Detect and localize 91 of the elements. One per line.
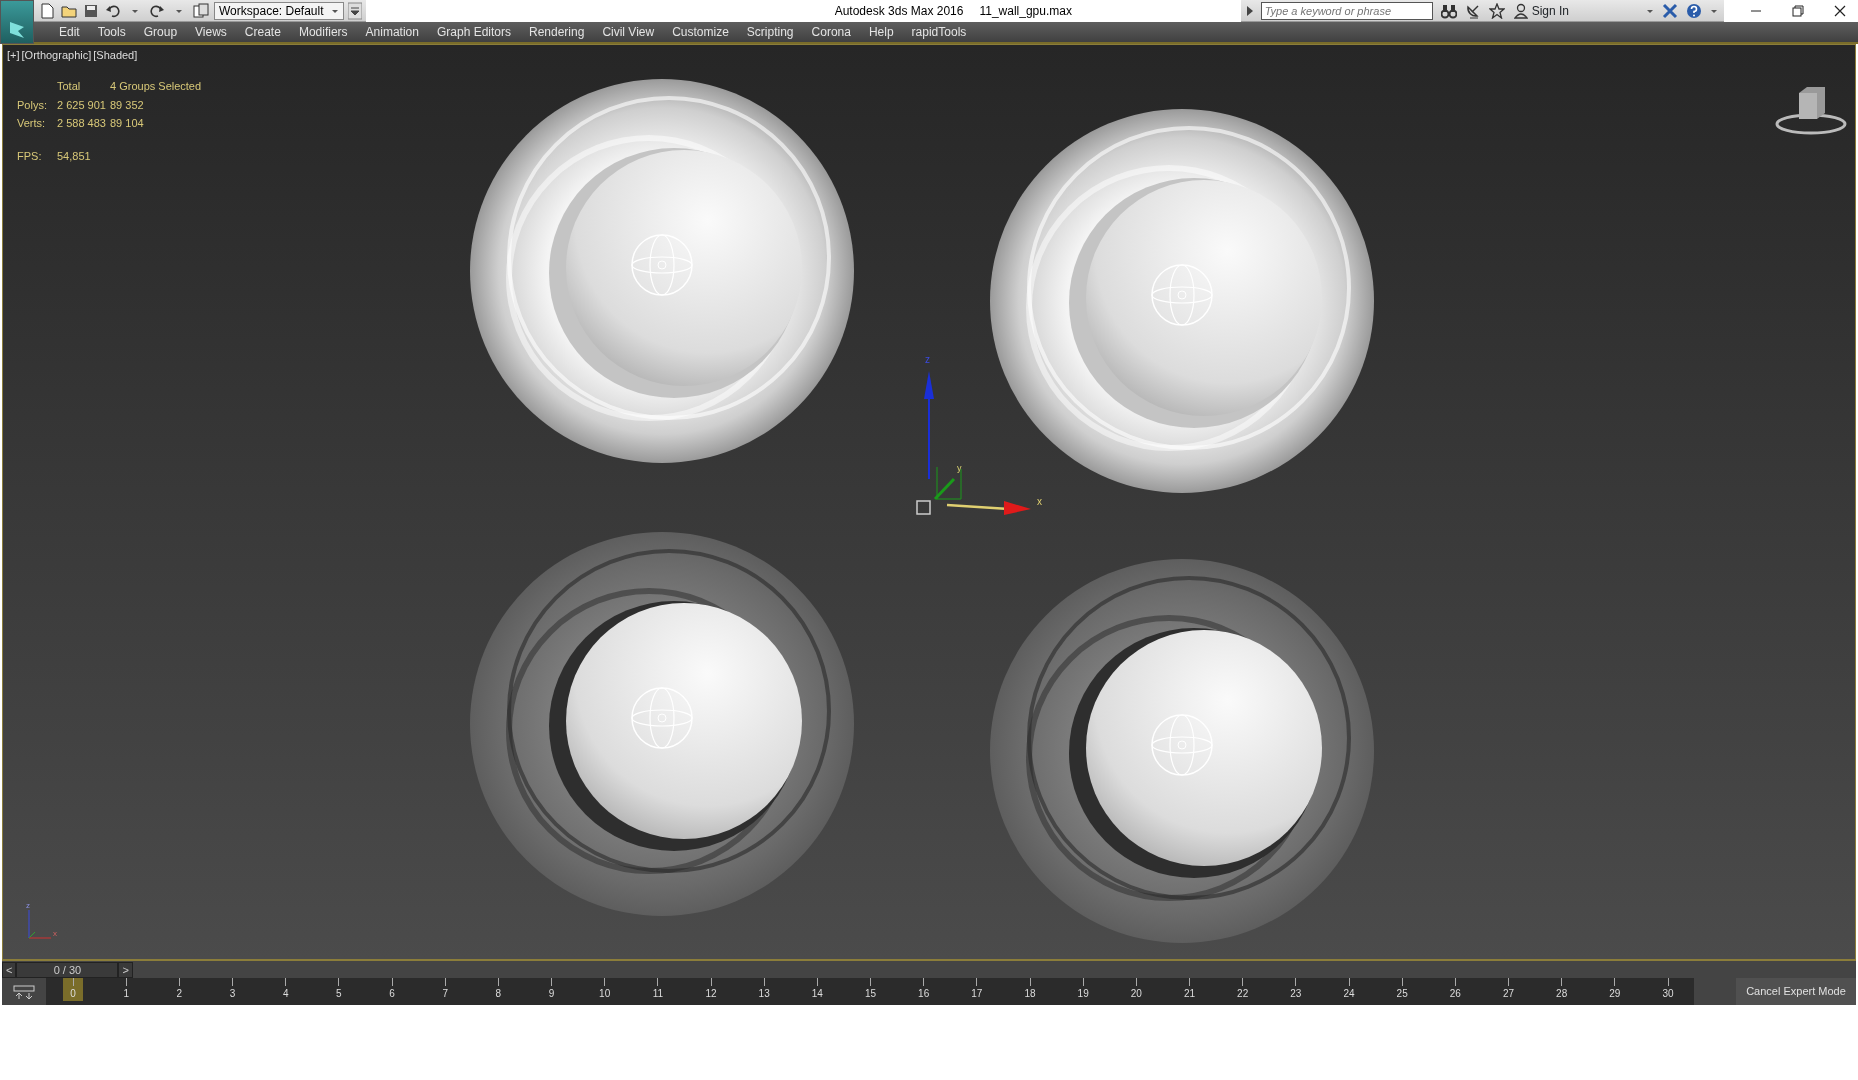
frame-tick[interactable]: 28 <box>1551 978 1572 1001</box>
satellite-dish-icon[interactable] <box>1464 2 1481 19</box>
axis-label: x <box>53 929 57 938</box>
workspace-dropdown[interactable]: Workspace: Default <box>214 1 344 20</box>
search-field[interactable]: Type a keyword or phrase <box>1260 1 1433 20</box>
previous-frame-button[interactable]: < <box>2 961 17 978</box>
frame-tick[interactable]: 7 <box>435 978 456 1001</box>
menu-item[interactable]: Views <box>186 23 236 41</box>
frame-tick[interactable]: 1 <box>116 978 137 1001</box>
frame-tick[interactable]: 20 <box>1126 978 1147 1001</box>
frame-tick[interactable]: 2 <box>169 978 190 1001</box>
binoculars-icon[interactable] <box>1440 2 1457 19</box>
frame-tick[interactable]: 12 <box>701 978 721 1001</box>
frame-tick[interactable]: 0 <box>63 978 83 1001</box>
stats-value: 54,851 <box>57 148 92 164</box>
exchange-x-icon[interactable] <box>1662 2 1678 19</box>
star-icon[interactable] <box>1488 2 1505 19</box>
stats-value: 2 588 483 <box>57 116 107 131</box>
axis-label: y <box>957 463 962 473</box>
stats-label: Polys: <box>17 97 48 113</box>
menu-item[interactable]: Rendering <box>520 23 594 41</box>
frame-tick[interactable]: 13 <box>754 978 775 1001</box>
stats-label: FPS: <box>17 148 43 164</box>
expand-arrow-icon[interactable] <box>1246 5 1253 16</box>
frame-tick[interactable]: 5 <box>328 978 349 1001</box>
frame-tick[interactable]: 19 <box>1073 978 1094 1001</box>
menu-item[interactable]: Civil View <box>593 23 664 41</box>
frame-tick[interactable]: 17 <box>966 978 987 1001</box>
new-file-icon[interactable] <box>38 1 56 20</box>
frame-tick[interactable]: 26 <box>1445 978 1466 1001</box>
help-icon[interactable] <box>1686 2 1702 19</box>
stats-value: 89 352 <box>110 97 145 113</box>
user-icon <box>1513 2 1528 19</box>
stats-label: Verts: <box>17 116 47 131</box>
menu-item[interactable]: Modifiers <box>289 23 357 41</box>
frame-tick[interactable]: 24 <box>1339 978 1359 1001</box>
viewport-label[interactable]: [Orthographic] <box>21 47 92 64</box>
stats-header: 4 Groups Selected <box>110 79 202 94</box>
cancel-expert-mode-button[interactable]: Cancel Expert Mode <box>1736 978 1856 1005</box>
frame-tick[interactable]: 14 <box>807 978 828 1001</box>
frame-tick[interactable]: 15 <box>860 978 881 1001</box>
menu-item[interactable]: Animation <box>356 23 428 41</box>
frame-tick[interactable]: 8 <box>488 978 509 1001</box>
frame-tick[interactable]: 18 <box>1020 978 1040 1001</box>
x-axis-arrow[interactable] <box>946 501 1031 515</box>
frame-tick[interactable]: 21 <box>1179 978 1200 1001</box>
menu-item[interactable]: rapidTools <box>902 23 976 41</box>
menu-item[interactable]: Scripting <box>737 23 803 41</box>
window-title: Autodesk 3ds Max 2016 <box>834 3 964 20</box>
time-slider-thumb[interactable]: 0 / 30 <box>16 961 119 978</box>
menu-item[interactable]: Corona <box>802 23 860 41</box>
customize-menu-icon[interactable] <box>348 1 362 20</box>
frame-tick[interactable]: 11 <box>647 978 668 1001</box>
pivot-square[interactable] <box>916 500 931 515</box>
axis-label: z <box>26 901 30 910</box>
menu-item[interactable]: Edit <box>50 23 89 41</box>
close-icon[interactable] <box>1834 5 1846 17</box>
axis-label: x <box>1037 496 1042 507</box>
frame-tick[interactable]: 30 <box>1658 978 1678 1001</box>
frame-tick[interactable]: 23 <box>1285 978 1306 1001</box>
axis-label: z <box>925 354 930 365</box>
menu-item[interactable]: Help <box>859 23 903 41</box>
frame-tick[interactable]: 6 <box>382 978 402 1001</box>
sign-in-button[interactable]: Sign In <box>1512 0 1570 21</box>
frame-tick[interactable]: 9 <box>541 978 562 1001</box>
frame-tick[interactable]: 16 <box>913 978 934 1001</box>
viewport-label[interactable]: [Shaded] <box>93 47 138 64</box>
frame-tick[interactable]: 10 <box>594 978 615 1001</box>
stats-header: Total <box>57 79 82 94</box>
menu-item[interactable]: Group <box>134 23 187 41</box>
stats-value: 89 104 <box>110 116 145 131</box>
menu-item[interactable]: Tools <box>88 23 135 41</box>
y-axis-arrow[interactable] <box>933 466 962 501</box>
frame-tick[interactable]: 25 <box>1392 978 1413 1001</box>
restore-icon[interactable] <box>1792 5 1804 17</box>
key-filter-icon[interactable] <box>13 983 35 1000</box>
menu-item[interactable]: Customize <box>663 23 738 41</box>
frame-tick[interactable]: 22 <box>1232 978 1253 1001</box>
stats-value: 2 625 901 <box>57 97 107 113</box>
frame-tick[interactable]: 3 <box>222 978 243 1001</box>
menu-item[interactable]: Create <box>235 23 290 41</box>
app-menu-button[interactable] <box>0 0 34 44</box>
viewport-label[interactable]: [+] <box>7 47 20 64</box>
file-name: 11_wall_gpu.max <box>979 3 1072 20</box>
menu-item[interactable]: Graph Editors <box>427 23 520 41</box>
next-frame-button[interactable]: > <box>118 961 133 978</box>
frame-tick[interactable]: 29 <box>1604 978 1625 1001</box>
axis-tripod-icon <box>28 909 52 939</box>
frame-tick[interactable]: 27 <box>1498 978 1519 1001</box>
frame-tick[interactable]: 4 <box>275 978 296 1001</box>
project-folder-icon[interactable] <box>192 1 210 20</box>
